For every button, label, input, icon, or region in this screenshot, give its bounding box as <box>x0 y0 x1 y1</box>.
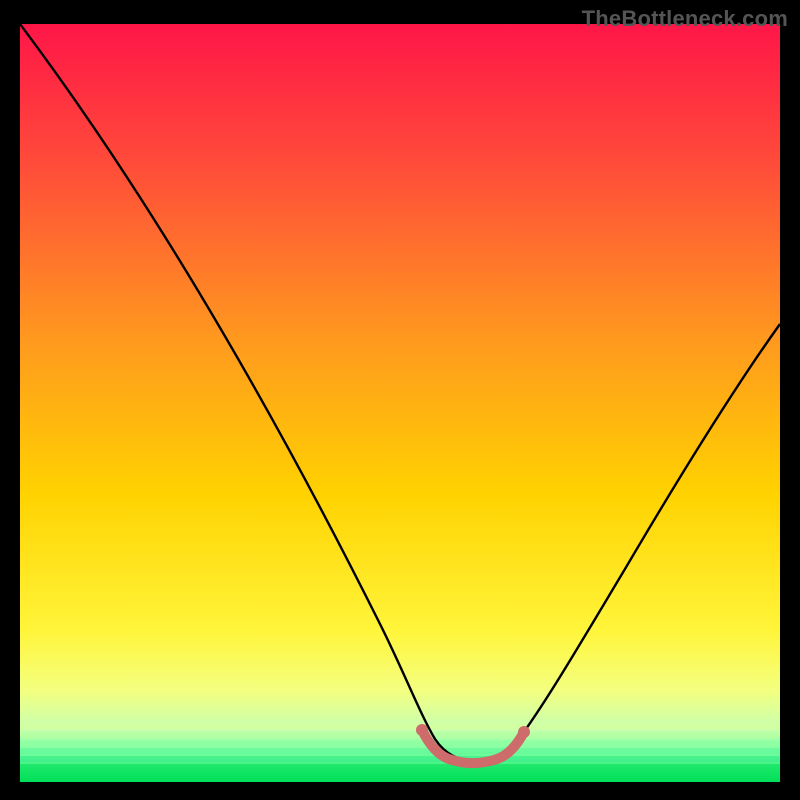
highlight-start-dot <box>416 724 428 736</box>
green-band-strips <box>20 724 780 782</box>
chart-frame: TheBottleneck.com <box>0 0 800 800</box>
watermark-text: TheBottleneck.com <box>582 6 788 32</box>
bottleneck-chart <box>20 24 780 782</box>
chart-svg <box>20 24 780 782</box>
highlight-end-dot <box>518 726 530 738</box>
